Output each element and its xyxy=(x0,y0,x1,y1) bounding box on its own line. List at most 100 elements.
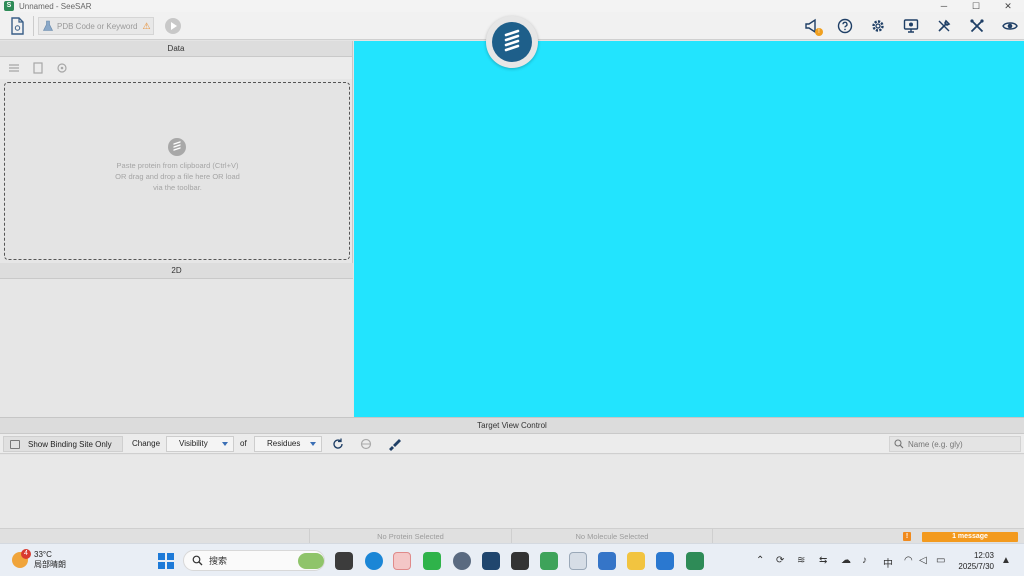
scope-select[interactable]: Residues xyxy=(254,436,322,452)
battery-icon[interactable]: ▭ xyxy=(936,555,945,566)
seesar-placeholder-icon xyxy=(168,138,186,156)
3d-viewer[interactable] xyxy=(354,41,1024,417)
close-button[interactable]: ✕ xyxy=(992,0,1024,12)
recorder-app-icon[interactable] xyxy=(393,552,411,570)
show-binding-site-toggle[interactable]: Show Binding Site Only xyxy=(3,436,123,452)
list-icon[interactable] xyxy=(8,62,20,74)
protein-status: No Protein Selected xyxy=(309,529,511,544)
monitor-icon[interactable] xyxy=(903,18,919,34)
pdb-code-search[interactable]: PDB Code or Keyword ⚠ xyxy=(38,17,154,35)
warning-icon[interactable]: ! xyxy=(903,532,911,541)
weather-text: 33°C 局部晴朗 xyxy=(34,550,66,570)
window-controls: ─ ☐ ✕ xyxy=(928,0,1024,12)
eye-icon[interactable] xyxy=(1002,18,1018,34)
search-icon xyxy=(894,439,904,449)
megaphone-icon[interactable]: ! xyxy=(804,18,823,36)
snipping-tool-icon[interactable] xyxy=(569,552,587,570)
target-icon[interactable] xyxy=(56,62,68,74)
crossed-tools-icon[interactable] xyxy=(969,18,985,34)
toolbar-divider xyxy=(33,16,34,36)
pdb-code-placeholder: PDB Code or Keyword xyxy=(57,21,138,31)
sync-icon[interactable]: ⟳ xyxy=(776,555,784,566)
weather-description: 局部晴朗 xyxy=(34,560,66,569)
minimize-button[interactable]: ─ xyxy=(928,0,960,12)
flask-icon xyxy=(43,20,53,31)
window-title: Unnamed - SeeSAR xyxy=(19,1,92,11)
input-method-indicator[interactable]: 中 xyxy=(883,555,893,570)
bird-app-icon[interactable] xyxy=(540,552,558,570)
start-button[interactable] xyxy=(158,553,174,569)
left-panel: Data Paste protein from clipboard (Ctrl+… xyxy=(0,41,353,417)
weather-sun-icon: 4 xyxy=(12,549,31,568)
taskbar-search-label: 搜索 xyxy=(209,556,228,566)
reset-icon[interactable] xyxy=(331,437,345,451)
task-view-icon[interactable] xyxy=(335,552,353,570)
data-tools xyxy=(0,57,352,79)
wifi-icon[interactable]: ◠ xyxy=(904,555,913,566)
of-label: of xyxy=(240,439,247,448)
camera-app-icon[interactable] xyxy=(482,552,500,570)
file-explorer-icon[interactable] xyxy=(627,552,645,570)
maximize-button[interactable]: ☐ xyxy=(960,0,992,12)
system-clock[interactable]: 12:03 2025/7/30 xyxy=(954,550,994,572)
chart-app-icon[interactable] xyxy=(656,552,674,570)
seesar-logo[interactable] xyxy=(486,16,538,68)
show-binding-site-label: Show Binding Site Only xyxy=(28,439,112,449)
temperature: 33°C xyxy=(34,550,52,559)
microphone-icon[interactable]: ♪ xyxy=(862,555,867,566)
target-view-control-body xyxy=(0,455,1024,528)
residue-name-input[interactable] xyxy=(908,439,1018,449)
display-switch-icon[interactable]: ⇆ xyxy=(819,555,827,566)
status-bar: No Protein Selected No Molecule Selected… xyxy=(0,528,1024,544)
molecule-status: No Molecule Selected xyxy=(511,529,713,544)
notification-badge: ! xyxy=(815,28,823,36)
chevron-down-icon xyxy=(222,442,228,446)
clock-time: 12:03 xyxy=(973,551,994,560)
tools-icon[interactable] xyxy=(936,18,952,34)
zy-app-icon[interactable] xyxy=(511,552,529,570)
seesar-app-icon: S xyxy=(4,1,14,11)
2d-section-header: 2D xyxy=(0,263,353,279)
cloud-icon[interactable]: ☁ xyxy=(841,555,851,566)
target-view-control-bar: Show Binding Site Only Change Visibility… xyxy=(0,434,1024,454)
message-badge[interactable]: 1 message xyxy=(922,532,1018,542)
clock-date: 2025/7/30 xyxy=(958,562,994,571)
target-view-control-header: Target View Control xyxy=(0,417,1024,434)
open-file-button[interactable] xyxy=(8,17,26,35)
toolbar-right-icons: ! xyxy=(804,18,1018,36)
notification-bell-icon[interactable]: ▲ xyxy=(1001,555,1011,566)
settings-gear-icon[interactable] xyxy=(870,18,886,34)
file-icon xyxy=(11,17,24,35)
chevron-down-icon xyxy=(310,442,316,446)
surface-icon[interactable] xyxy=(359,437,373,451)
widget-art-icon[interactable] xyxy=(298,553,324,569)
help-icon[interactable] xyxy=(837,18,853,34)
scope-select-value: Residues xyxy=(267,439,301,448)
title-bar: S Unnamed - SeeSAR ─ ☐ ✕ xyxy=(0,0,1024,12)
drop-zone-instructions: Paste protein from clipboard (Ctrl+V) OR… xyxy=(115,161,240,192)
settings-app-icon[interactable] xyxy=(453,552,471,570)
notepad-app-icon[interactable] xyxy=(598,552,616,570)
volume-icon[interactable]: ◁ xyxy=(919,555,927,566)
chevron-up-icon[interactable]: ⌃ xyxy=(756,555,764,566)
property-select-value: Visibility xyxy=(179,439,208,448)
checkbox-icon xyxy=(10,439,20,449)
protein-drop-zone[interactable]: Paste protein from clipboard (Ctrl+V) OR… xyxy=(4,82,350,260)
warning-icon: ⚠ xyxy=(142,20,151,31)
change-label: Change xyxy=(132,439,161,448)
document-icon[interactable] xyxy=(32,62,44,74)
windows-taskbar: 4 33°C 局部晴朗 搜索 ⌃ ⟳ ≋ ⇆ ☁ ♪ 中 ◠ ◁ ▭ 12:03… xyxy=(0,543,1024,576)
residue-name-search[interactable] xyxy=(889,436,1021,452)
property-select[interactable]: Visibility xyxy=(166,436,234,452)
play-icon[interactable] xyxy=(165,18,181,34)
2d-view-area[interactable] xyxy=(0,279,353,417)
color-brush-icon[interactable] xyxy=(387,437,401,451)
edge-browser-icon[interactable] xyxy=(365,552,383,570)
seesar-taskbar-icon[interactable] xyxy=(686,552,704,570)
wechat-icon[interactable] xyxy=(423,552,441,570)
weather-badge: 4 xyxy=(21,549,31,559)
weather-widget[interactable]: 4 33°C 局部晴朗 xyxy=(12,549,66,570)
seesar-logo-icon xyxy=(492,22,532,62)
audio-levels-icon[interactable]: ≋ xyxy=(797,555,805,566)
search-icon xyxy=(192,555,203,566)
